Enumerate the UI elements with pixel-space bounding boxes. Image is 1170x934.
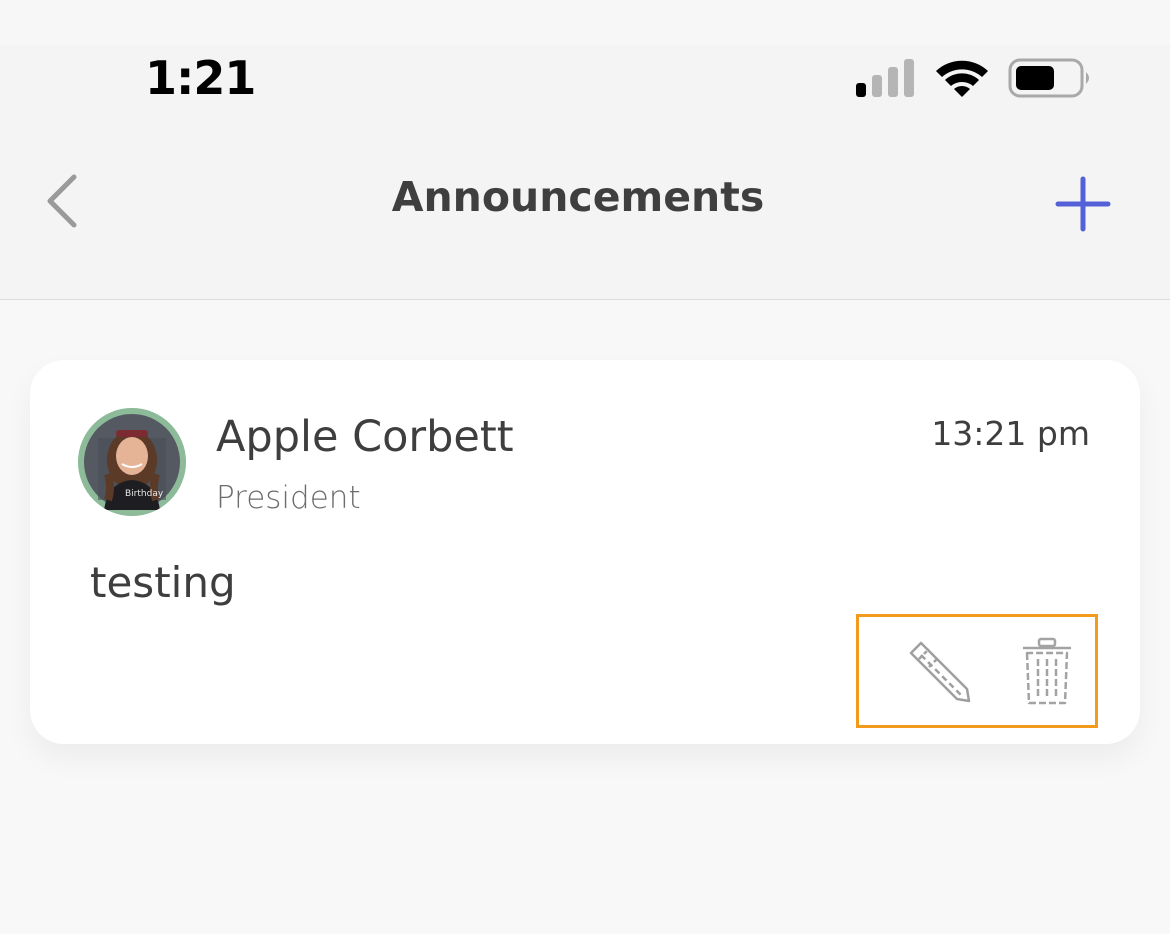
wifi-icon	[936, 60, 988, 97]
post-timestamp: 13:21 pm	[931, 414, 1090, 453]
top-strip	[0, 0, 1170, 45]
avatar: Birthday	[78, 408, 186, 516]
add-announcement-button[interactable]	[1054, 175, 1112, 233]
delete-button[interactable]	[1019, 637, 1075, 707]
author-name: Apple Corbett	[216, 412, 514, 462]
announcement-card[interactable]: Birthday Apple Corbett President 13:21 p…	[30, 360, 1140, 744]
trash-icon	[1023, 637, 1071, 705]
svg-text:Birthday: Birthday	[125, 489, 164, 499]
status-time: 1:21	[145, 51, 256, 105]
edit-button[interactable]	[907, 637, 977, 707]
cellular-signal-icon	[856, 59, 914, 97]
plus-icon	[1055, 176, 1111, 232]
page-title: Announcements	[391, 173, 765, 221]
pencil-icon	[909, 641, 971, 703]
announcement-actions	[856, 614, 1098, 728]
status-bar: 1:21	[0, 45, 1170, 135]
announcement-list: Birthday Apple Corbett President 13:21 p…	[0, 300, 1170, 934]
navigation-bar: Announcements	[0, 135, 1170, 300]
author-role: President	[216, 480, 361, 516]
announcement-body: testing	[90, 558, 236, 607]
battery-icon	[1008, 58, 1089, 98]
announcements-screen: 1:21 Announcements Birthday Apple Corbet…	[0, 0, 1170, 934]
